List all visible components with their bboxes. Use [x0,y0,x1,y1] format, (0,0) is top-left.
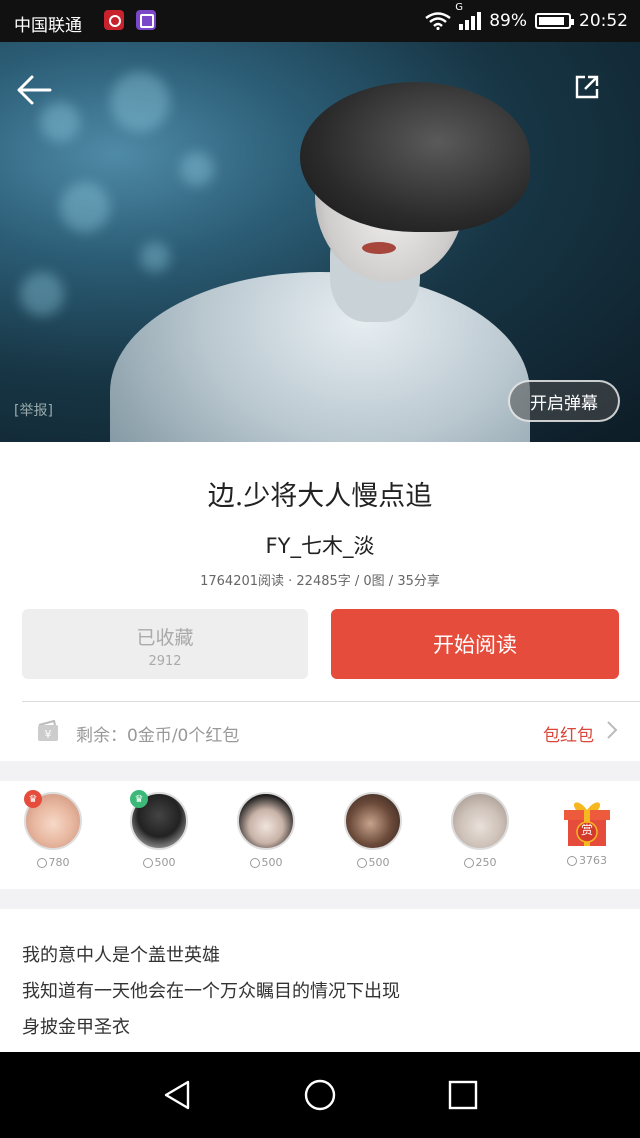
avatar [451,792,509,850]
coin-icon [249,857,260,868]
book-description: 我的意中人是个盖世英雄 我知道有一天他会在一个万众瞩目的情况下出现 身披金甲圣衣 [22,938,622,1046]
favorite-button[interactable]: 已收藏 2912 [22,609,308,679]
system-navigation-bar [0,1052,640,1138]
supporter-item[interactable]: ♛ 500 [127,790,191,869]
netease-music-icon [104,10,124,30]
book-stats: 1764201阅读 · 22485字 / 0图 / 35分享 [200,574,440,589]
favorite-label: 已收藏 [136,627,194,649]
wifi-icon [425,12,451,30]
crown-badge-icon: ♛ [130,790,148,808]
home-circle-icon[interactable] [303,1078,337,1112]
report-link[interactable]: [举报] [14,400,53,420]
crown-badge-icon: ♛ [24,790,42,808]
svg-text:¥: ¥ [45,728,52,741]
description-line: 我知道有一天他会在一个万众瞩目的情况下出现 [22,981,400,1002]
wallet-icon: ¥ [38,719,58,741]
description-line: 身披金甲圣衣 [22,1017,130,1038]
battery-percent: 89% [489,11,527,31]
supporters-row: ♛ 780 ♛ 500 500 500 250 赏 3763 [0,782,640,890]
supporter-item[interactable]: 250 [448,792,512,869]
supporter-amount: 500 [368,856,390,869]
section-gap [0,889,640,909]
status-bar: 中国联通 G 89% 20:52 [0,0,640,42]
supporter-amount: 500 [261,856,283,869]
share-icon[interactable] [574,74,600,100]
network-type: G [455,2,463,13]
balance-row: ¥ 剩余：0金币/0个红包 包红包 [0,702,640,760]
signal-icon [459,12,482,30]
gallery-app-icon [136,10,156,30]
supporter-item[interactable]: ♛ 780 [21,790,85,869]
cover-image: [举报] 开启弹幕 [0,42,640,442]
carrier-name: 中国联通 [14,16,82,36]
coin-icon [36,857,47,868]
start-reading-button[interactable]: 开始阅读 [331,609,619,679]
coin-icon [142,857,153,868]
avatar [344,792,402,850]
chevron-right-icon[interactable] [606,720,618,740]
back-arrow-icon[interactable] [14,70,54,110]
coin-icon [356,857,367,868]
back-triangle-icon[interactable] [160,1078,194,1112]
book-title: 边.少将大人慢点追 [207,481,433,512]
supporter-amount: 250 [475,856,497,869]
supporter-amount: 3763 [579,854,607,867]
favorite-count: 2912 [148,654,182,669]
supporter-item[interactable]: 500 [341,792,405,869]
avatar [237,792,295,850]
author-name[interactable]: FY_七木_淡 [0,530,640,560]
clock: 20:52 [579,11,628,31]
danmaku-toggle-button[interactable]: 开启弹幕 [508,380,620,422]
avatar: ♛ [24,790,82,850]
reward-gift-button[interactable]: 赏 3763 [555,792,619,867]
send-hongbao-link[interactable]: 包红包 [543,721,594,746]
coin-icon [567,855,577,866]
supporter-amount: 500 [154,856,176,869]
gift-label: 赏 [580,823,593,837]
coin-icon [463,857,474,868]
supporter-amount: 780 [48,856,70,869]
description-line: 我的意中人是个盖世英雄 [22,945,220,966]
recents-square-icon[interactable] [446,1078,480,1112]
battery-icon [535,13,574,29]
section-gap [0,761,640,781]
supporter-item[interactable]: 500 [234,792,298,869]
avatar: ♛ [130,790,188,850]
balance-text: 剩余：0金币/0个红包 [76,726,240,746]
